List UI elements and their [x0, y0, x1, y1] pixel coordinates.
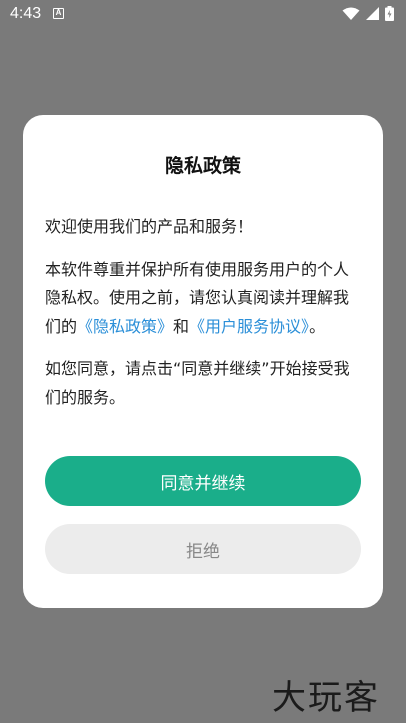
greeting-text: 欢迎使用我们的产品和服务！	[45, 217, 254, 236]
wifi-icon	[342, 7, 360, 20]
watermark-logo: 大玩客	[272, 678, 380, 718]
battery-icon	[385, 6, 394, 21]
status-icons	[342, 6, 394, 21]
dialog-title: 隐私政策	[164, 155, 241, 177]
policy-paragraph: 本软件尊重并保护所有使用服务用户的个人隐私权。使用之前，请您认真阅读并理解我们的…	[45, 256, 361, 342]
period-text: 。	[309, 316, 326, 336]
status-time: 4:43	[10, 5, 42, 22]
privacy-dialog: 隐私政策 欢迎使用我们的产品和服务！ 本软件尊重并保护所有使用服务用户的个人隐私…	[23, 115, 383, 608]
signal-icon	[366, 6, 379, 20]
status-bar: 4:43 A	[0, 0, 406, 30]
consent-text: 如您同意，请点击“同意并继续”开始接受我们的服务。	[45, 359, 350, 407]
and-text: 和	[173, 316, 190, 336]
dialog-body: 欢迎使用我们的产品和服务！ 本软件尊重并保护所有使用服务用户的个人隐私权。使用之…	[45, 213, 361, 426]
a-icon: A	[53, 8, 64, 19]
privacy-policy-link[interactable]: 《隐私政策》	[77, 317, 173, 336]
reject-button[interactable]: 拒绝	[45, 524, 361, 574]
agree-continue-button[interactable]: 同意并继续	[45, 456, 361, 506]
user-agreement-link[interactable]: 《用户服务协议》	[189, 317, 309, 336]
